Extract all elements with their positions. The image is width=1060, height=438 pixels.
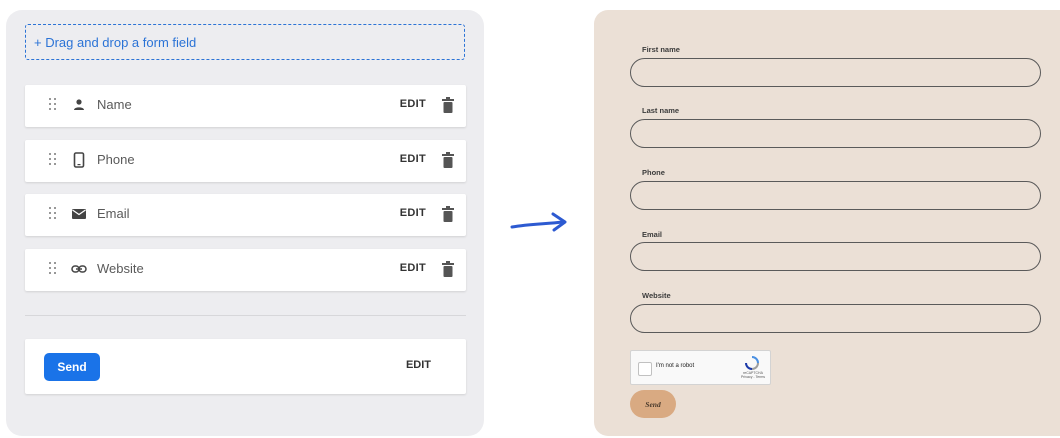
preview-label-email: Email [642,230,663,239]
preview-input-email[interactable] [630,242,1041,271]
recaptcha-checkbox[interactable] [638,362,652,376]
field-label: Email [97,206,130,221]
drag-handle-icon[interactable] [49,207,57,221]
field-card-website[interactable]: Website EDIT [25,249,466,291]
field-card-name[interactable]: Name EDIT [25,85,466,127]
recaptcha-label: I'm not a robot [656,363,695,369]
send-card: Send EDIT [25,339,466,394]
drag-handle-icon[interactable] [49,98,57,112]
trash-icon[interactable] [442,261,454,277]
field-label: Website [97,261,144,276]
form-preview-panel: First name Last name Phone Email Website… [594,10,1060,436]
field-card-phone[interactable]: Phone EDIT [25,140,466,182]
preview-send-button[interactable]: Send [630,390,676,418]
preview-label-phone: Phone [642,168,665,177]
drop-zone[interactable]: + Drag and drop a form field [25,24,465,60]
drag-handle-icon[interactable] [49,262,57,276]
recaptcha-widget: I'm not a robot reCAPTCHA Privacy - Term… [630,350,771,385]
form-builder-panel: + Drag and drop a form field Name EDIT P… [6,10,484,436]
preview-input-last-name[interactable] [630,119,1041,148]
preview-input-website[interactable] [630,304,1041,333]
drag-handle-icon[interactable] [49,153,57,167]
drop-zone-label: + Drag and drop a form field [34,34,197,50]
recaptcha-brand: reCAPTCHA Privacy - Terms [735,371,771,379]
edit-button[interactable]: EDIT [400,153,426,165]
phone-icon [73,152,85,168]
field-label: Name [97,97,132,112]
recaptcha-terms-link[interactable]: Privacy - Terms [735,375,771,379]
field-card-email[interactable]: Email EDIT [25,194,466,236]
recaptcha-logo-icon [745,356,759,370]
link-icon [71,265,87,273]
preview-label-first-name: First name [642,45,680,54]
preview-input-phone[interactable] [630,181,1041,210]
trash-icon[interactable] [442,152,454,168]
field-label: Phone [97,152,135,167]
arrow-right-icon [510,212,567,232]
preview-label-last-name: Last name [642,106,680,115]
send-edit-button[interactable]: EDIT [406,359,431,371]
preview-label-website: Website [642,291,671,300]
mail-icon [72,209,86,219]
edit-button[interactable]: EDIT [400,98,426,110]
trash-icon[interactable] [442,206,454,222]
divider [25,315,466,316]
trash-icon[interactable] [442,97,454,113]
person-icon [74,99,84,110]
edit-button[interactable]: EDIT [400,207,426,219]
preview-input-first-name[interactable] [630,58,1041,87]
send-button[interactable]: Send [44,353,100,381]
edit-button[interactable]: EDIT [400,262,426,274]
